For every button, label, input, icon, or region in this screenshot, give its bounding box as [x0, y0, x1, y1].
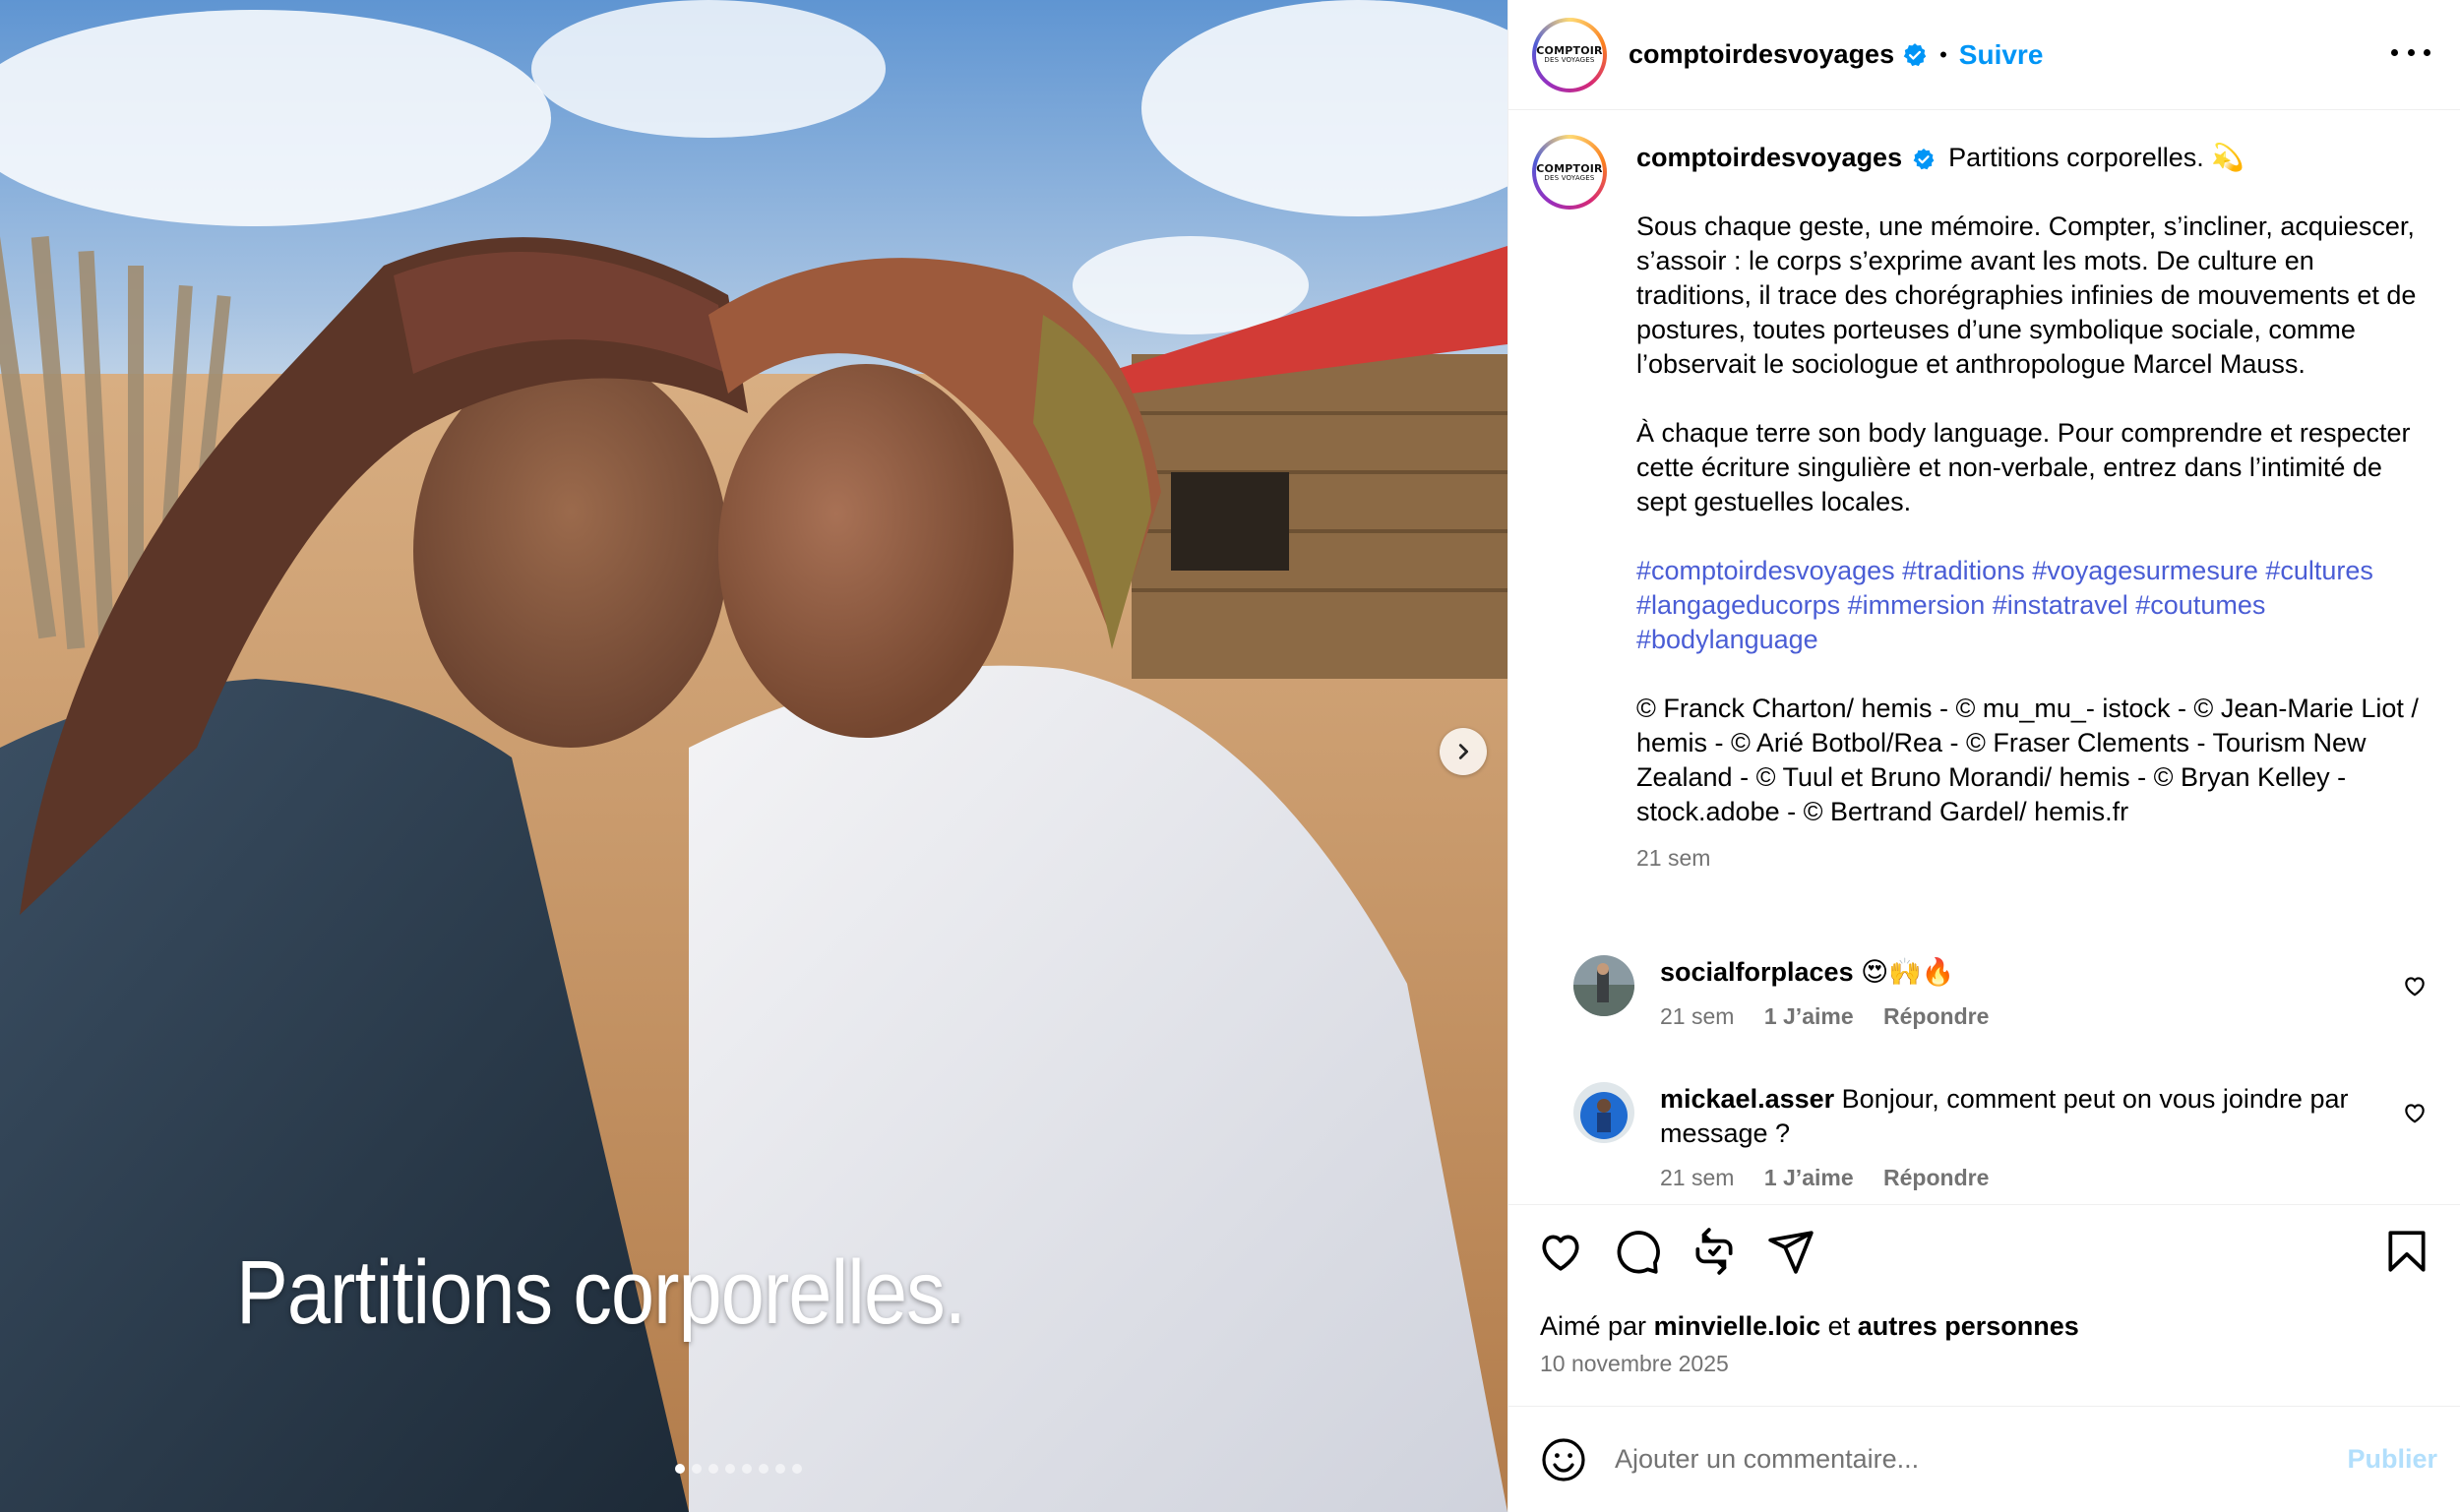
publish-button[interactable]: Publier [2347, 1444, 2437, 1475]
comment-text: 😍🙌🔥 [1861, 957, 1955, 987]
chevron-right-icon [1458, 744, 1469, 759]
next-slide-button[interactable] [1440, 728, 1487, 775]
comment-time: 21 sem [1660, 1165, 1735, 1190]
verified-badge-icon [1903, 42, 1927, 66]
avatar-image [1573, 1082, 1634, 1143]
post-date: 10 novembre 2025 [1540, 1351, 1729, 1376]
verified-badge-icon [1913, 148, 1935, 170]
avatar-image [1573, 955, 1634, 1016]
comment-username[interactable]: socialforplaces [1660, 957, 1854, 987]
carousel-dot [692, 1464, 702, 1474]
liked-by-and: et [1827, 1311, 1851, 1341]
caption: comptoirdesvoyages Partitions corporelle… [1636, 141, 2424, 876]
comment-bubble-icon[interactable] [1613, 1227, 1662, 1276]
caption-time: 21 sem [1636, 845, 1711, 871]
logo-text: COMPTOIR [1536, 44, 1603, 57]
carousel-dot [708, 1464, 718, 1474]
more-options-icon[interactable] [2391, 37, 2430, 67]
carousel-dot [759, 1464, 769, 1474]
liked-by: Aimé par minvielle.loic et autres person… [1540, 1311, 2079, 1342]
carousel-dot [775, 1464, 785, 1474]
post-side-panel: COMPTOIR DES VOYAGES comptoirdesvoyages … [1507, 0, 2460, 1512]
header-username[interactable]: comptoirdesvoyages [1629, 39, 1894, 70]
liked-by-prefix: Aimé par [1540, 1311, 1647, 1341]
caption-hashtags[interactable]: #comptoirdesvoyages #traditions #voyages… [1636, 554, 2424, 657]
carousel-dot [725, 1464, 735, 1474]
carousel-dot [742, 1464, 752, 1474]
post-actions: Aimé par minvielle.loic et autres person… [1508, 1204, 2460, 1406]
heart-icon[interactable] [2402, 973, 2428, 998]
avatar[interactable] [1573, 1082, 1634, 1143]
caption-paragraph: Sous chaque geste, une mémoire. Compter,… [1636, 212, 2417, 379]
carousel-dot [675, 1464, 685, 1474]
send-icon[interactable] [1766, 1227, 1815, 1276]
caption-avatar-wrap: COMPTOIR DES VOYAGES [1532, 135, 1607, 210]
follow-button[interactable]: Suivre [1959, 39, 2044, 71]
carousel-indicator [675, 1464, 802, 1474]
media-title-overlay: Partitions corporelles. [236, 1242, 966, 1343]
caption-avatar[interactable]: COMPTOIR DES VOYAGES [1532, 135, 1607, 210]
caption-paragraph: À chaque terre son body language. Pour c… [1636, 418, 2411, 516]
heart-icon[interactable] [1536, 1227, 1585, 1276]
avatar[interactable] [1573, 955, 1634, 1016]
comment-username[interactable]: mickael.asser [1660, 1084, 1834, 1114]
add-comment-bar: Publier [1508, 1406, 2460, 1512]
bookmark-icon[interactable] [2382, 1227, 2431, 1276]
logo-subtext: DES VOYAGES [1544, 56, 1595, 64]
reply-button[interactable]: Répondre [1883, 1165, 1989, 1190]
comment-input[interactable] [1615, 1444, 2304, 1475]
post-header: COMPTOIR DES VOYAGES comptoirdesvoyages … [1508, 0, 2460, 110]
caption-first-line: Partitions corporelles. 💫 [1948, 143, 2245, 172]
comment-likes[interactable]: 1 J’aime [1764, 1003, 1854, 1029]
heart-icon[interactable] [2402, 1100, 2428, 1125]
comments-section[interactable]: COMPTOIR DES VOYAGES comptoirdesvoyages … [1508, 111, 2460, 1203]
profile-avatar[interactable]: COMPTOIR DES VOYAGES [1532, 17, 1607, 92]
repost-icon[interactable] [1690, 1227, 1739, 1276]
carousel-dot [792, 1464, 802, 1474]
caption-credits: © Franck Charton/ hemis - © mu_mu_- isto… [1636, 694, 2419, 826]
caption-username[interactable]: comptoirdesvoyages [1636, 143, 1902, 172]
reply-button[interactable]: Répondre [1883, 1003, 1989, 1029]
liked-by-others[interactable]: autres personnes [1858, 1311, 2079, 1341]
header-separator: • [1939, 41, 1947, 67]
comment-likes[interactable]: 1 J’aime [1764, 1165, 1854, 1190]
liked-by-user[interactable]: minvielle.loic [1654, 1311, 1821, 1341]
logo-subtext: DES VOYAGES [1544, 173, 1595, 182]
emoji-icon[interactable] [1540, 1436, 1587, 1483]
post-media[interactable]: Partitions corporelles. [0, 0, 1507, 1512]
comment-time: 21 sem [1660, 1003, 1735, 1029]
logo-text: COMPTOIR [1536, 161, 1603, 175]
